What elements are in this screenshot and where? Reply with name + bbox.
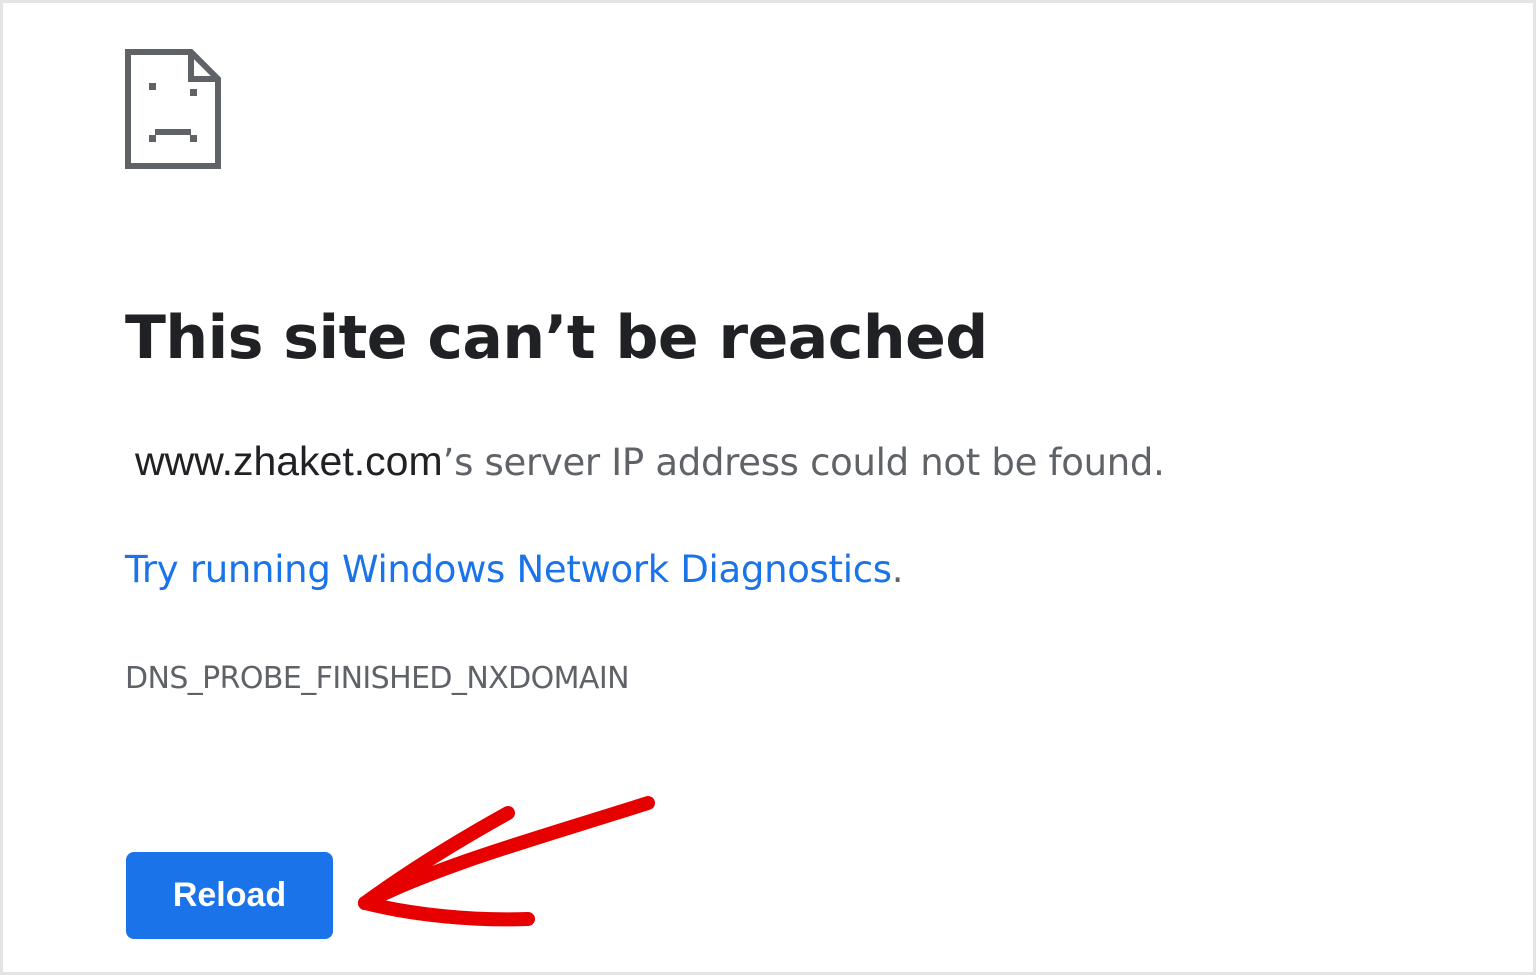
red-arrow-icon <box>343 793 673 943</box>
error-message-suffix: ’s server IP address could not be found. <box>442 441 1165 484</box>
browser-error-page: This site can’t be reached www.zhaket.co… <box>0 0 1536 975</box>
diagnostics-suggestion: Try running Windows Network Diagnostics. <box>125 548 904 591</box>
error-message: www.zhaket.com’s server IP address could… <box>135 438 1165 485</box>
sad-page-icon <box>125 49 221 169</box>
error-code: DNS_PROBE_FINISHED_NXDOMAIN <box>125 661 630 696</box>
diagnostics-suffix: . <box>891 548 904 591</box>
page-title: This site can’t be reached <box>125 303 988 373</box>
reload-button[interactable]: Reload <box>126 852 333 939</box>
site-host: www.zhaket.com <box>135 438 443 484</box>
network-diagnostics-link[interactable]: Try running Windows Network Diagnostics <box>125 548 892 591</box>
